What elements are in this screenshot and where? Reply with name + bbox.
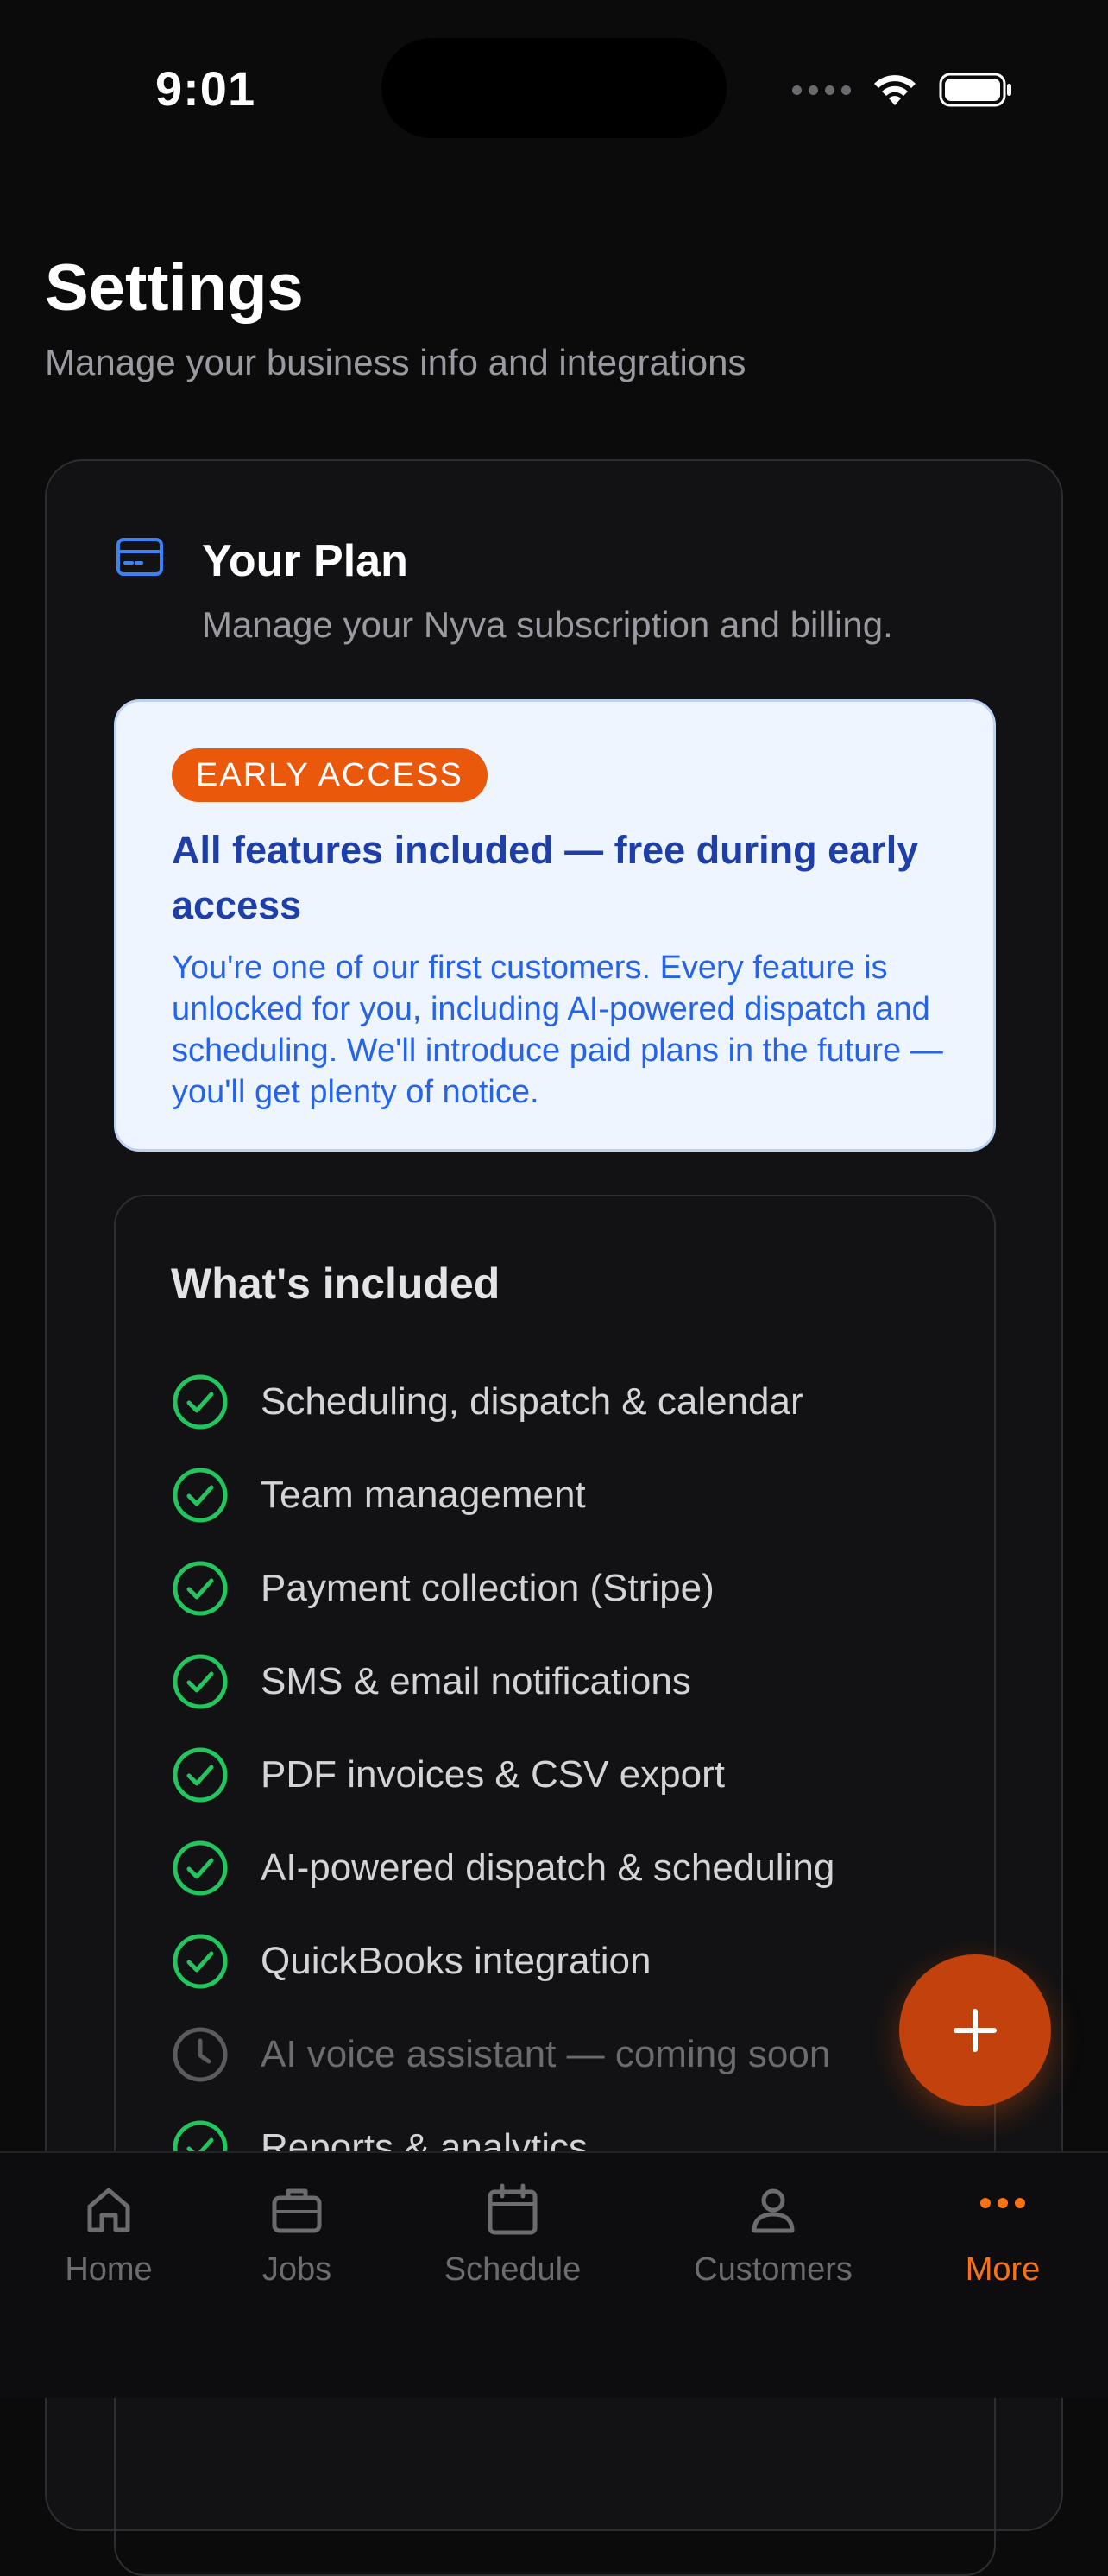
check-circle-icon (173, 1840, 228, 1896)
plan-description: Manage your Nyva subscription and billin… (202, 604, 893, 645)
feature-item: AI-powered dispatch & scheduling (171, 1822, 834, 1915)
status-bar: 9:01 (0, 0, 1108, 173)
feature-item: Scheduling, dispatch & calendar (171, 1355, 834, 1449)
feature-label: AI-powered dispatch & scheduling (261, 1847, 835, 1889)
status-icons (792, 66, 1013, 114)
cellular-signal-icon (792, 85, 851, 95)
dynamic-island (381, 38, 727, 138)
check-circle-icon (173, 1468, 228, 1523)
battery-icon (939, 73, 1011, 107)
briefcase-icon (272, 2188, 322, 2233)
early-access-badge: EARLY ACCESS (172, 748, 488, 802)
check-circle-icon (173, 1561, 228, 1616)
feature-label: Scheduling, dispatch & calendar (261, 1380, 803, 1423)
clock-icon (173, 2027, 228, 2082)
nav-item-customers[interactable]: Customers (678, 2182, 868, 2289)
feature-item: PDF invoices & CSV export (171, 1728, 834, 1822)
nav-label: Home (65, 2251, 153, 2288)
included-title: What's included (171, 1260, 500, 1308)
feature-item-coming-soon: AI voice assistant — coming soon (171, 2008, 834, 2101)
feature-item: Team management (171, 1449, 834, 1542)
nav-item-more[interactable]: More (908, 2182, 1098, 2289)
check-circle-icon (173, 1374, 228, 1430)
feature-label: Team management (261, 1474, 586, 1516)
feature-label: SMS & email notifications (261, 1660, 691, 1702)
feature-item: QuickBooks integration (171, 1915, 834, 2008)
wifi-icon (874, 75, 916, 105)
feature-item: Payment collection (Stripe) (171, 1542, 834, 1635)
add-fab-button[interactable] (899, 1954, 1051, 2106)
home-icon (87, 2188, 130, 2232)
nav-label: Jobs (261, 2251, 332, 2288)
bottom-nav: Home Jobs Schedule Customers More (0, 2151, 1108, 2398)
user-icon (752, 2188, 795, 2233)
page-title: Settings (45, 251, 304, 325)
feature-list: Scheduling, dispatch & calendar Team man… (171, 1355, 834, 2194)
check-circle-icon (173, 1654, 228, 1709)
early-access-heading: All features included — free during earl… (172, 828, 919, 927)
page-subtitle: Manage your business info and integratio… (45, 342, 746, 382)
check-circle-icon (173, 1747, 228, 1803)
feature-label: Payment collection (Stripe) (261, 1567, 715, 1609)
feature-label: AI voice assistant — coming soon (261, 2033, 831, 2075)
calendar-icon (488, 2183, 538, 2235)
feature-label: QuickBooks integration (261, 1940, 652, 1982)
nav-label: More (965, 2251, 1041, 2288)
check-circle-icon (173, 1934, 228, 1989)
plan-title: Your Plan (202, 536, 408, 586)
nav-item-schedule[interactable]: Schedule (418, 2182, 608, 2289)
nav-label: Schedule (444, 2251, 582, 2288)
early-access-banner: EARLY ACCESS All features included — fre… (114, 699, 996, 1152)
nav-item-home[interactable]: Home (14, 2182, 204, 2289)
plus-icon (954, 2009, 997, 2052)
credit-card-icon (116, 538, 163, 576)
status-time: 9:01 (155, 61, 256, 116)
more-dots-icon (980, 2198, 1025, 2208)
early-access-body: You're one of our first customers. Every… (172, 950, 943, 1110)
feature-label: PDF invoices & CSV export (261, 1753, 725, 1796)
nav-label: Customers (694, 2251, 853, 2288)
nav-item-jobs[interactable]: Jobs (202, 2182, 392, 2289)
feature-item: SMS & email notifications (171, 1635, 834, 1728)
